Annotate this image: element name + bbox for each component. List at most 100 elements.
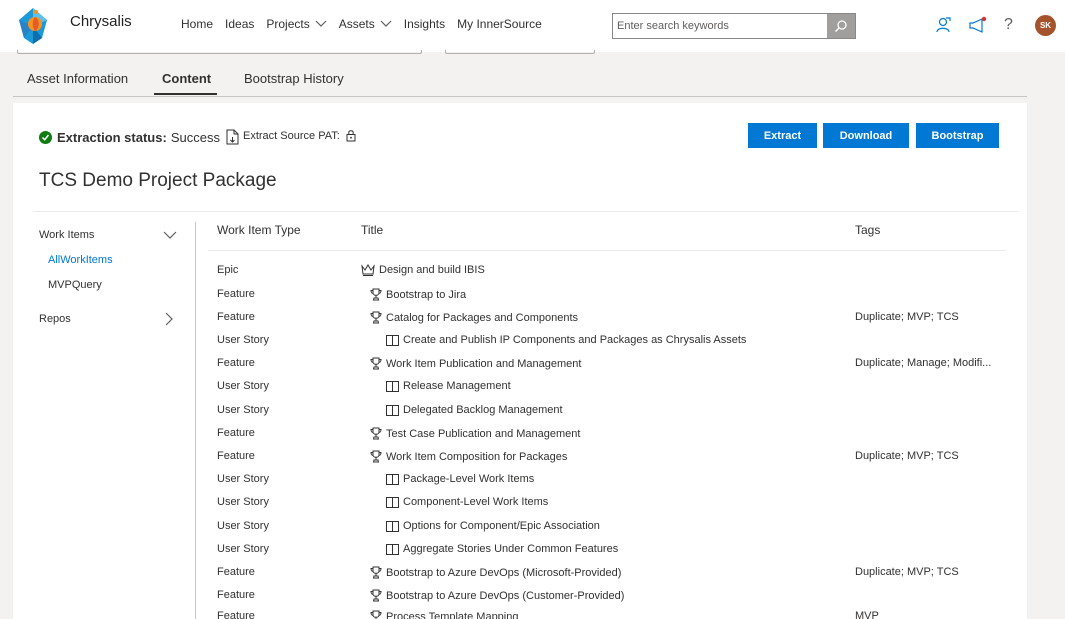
search-button[interactable]	[827, 14, 855, 38]
table-row[interactable]: User Story Package-Level Work Items	[217, 473, 1007, 495]
work-item-title[interactable]: Work Item Publication and Management	[370, 357, 581, 370]
work-item-title-text: Package-Level Work Items	[403, 473, 535, 485]
nav-insights[interactable]: Insights	[404, 17, 445, 31]
nav-home[interactable]: Home	[181, 17, 213, 31]
work-item-type: Feature	[217, 427, 255, 439]
work-item-title-text: Release Management	[403, 380, 511, 392]
work-item-title[interactable]: Delegated Backlog Management	[386, 404, 563, 416]
brand-name[interactable]: Chrysalis	[70, 13, 132, 30]
nav-projects[interactable]: Projects	[266, 17, 327, 31]
nav-projects-label: Projects	[266, 17, 310, 31]
bootstrap-button[interactable]: Bootstrap	[916, 123, 999, 148]
tab-bootstrap-history[interactable]: Bootstrap History	[244, 71, 344, 86]
table-row[interactable]: User Story Create and Publish IP Componen…	[217, 334, 1007, 356]
help-icon[interactable]: ?	[1004, 16, 1013, 34]
work-item-title[interactable]: Create and Publish IP Components and Pac…	[386, 334, 746, 346]
table-row[interactable]: Feature Process Template Mapping MVP	[217, 610, 1007, 619]
work-item-type: User Story	[217, 380, 269, 392]
work-item-title-text: Aggregate Stories Under Common Features	[403, 543, 619, 555]
work-item-title[interactable]: Test Case Publication and Management	[370, 427, 580, 440]
active-tab-indicator	[154, 93, 217, 95]
table-row[interactable]: Feature Bootstrap to Azure DevOps (Custom…	[217, 589, 1007, 611]
work-item-title[interactable]: Component-Level Work Items	[386, 496, 548, 508]
work-item-title[interactable]: Options for Component/Epic Association	[386, 520, 600, 532]
sidebar-item-allworkitems[interactable]: AllWorkItems	[48, 254, 113, 266]
book-icon	[386, 473, 399, 485]
extract-source-pat-label: Extract Source PAT:	[243, 129, 340, 142]
column-header-title[interactable]: Title	[361, 223, 383, 237]
table-row[interactable]: Feature Test Case Publication and Managem…	[217, 427, 1007, 449]
book-icon	[386, 496, 399, 508]
feedback-icon[interactable]	[934, 16, 952, 34]
tab-content[interactable]: Content	[162, 71, 211, 86]
work-item-title[interactable]: Catalog for Packages and Components	[370, 311, 578, 324]
download-button[interactable]: Download	[823, 123, 909, 148]
nav-assets[interactable]: Assets	[339, 17, 392, 31]
panel-divider	[195, 222, 196, 619]
table-row[interactable]: Feature Bootstrap to Jira	[217, 288, 1007, 310]
table-row[interactable]: User Story Component-Level Work Items	[217, 496, 1007, 518]
work-item-type: User Story	[217, 334, 269, 346]
table-row[interactable]: Feature Catalog for Packages and Componen…	[217, 311, 1007, 333]
work-item-tags: MVP	[855, 610, 879, 619]
table-row[interactable]: Feature Bootstrap to Azure DevOps (Micros…	[217, 566, 1007, 588]
trophy-icon	[370, 589, 382, 602]
work-item-title-text: Catalog for Packages and Components	[386, 311, 579, 324]
title-divider	[33, 211, 1019, 212]
work-item-tags: Duplicate; MVP; TCS	[855, 566, 959, 578]
work-item-title[interactable]: Bootstrap to Azure DevOps (Customer-Prov…	[370, 589, 624, 602]
work-item-type: Feature	[217, 566, 255, 578]
book-icon	[386, 404, 399, 416]
table-row[interactable]: User Story Aggregate Stories Under Common…	[217, 543, 1007, 565]
avatar[interactable]: SK	[1035, 15, 1056, 36]
work-item-title[interactable]: Design and build IBIS	[361, 264, 485, 276]
trophy-icon	[370, 288, 382, 301]
table-row[interactable]: Feature Work Item Publication and Managem…	[217, 357, 1007, 379]
extract-button[interactable]: Extract	[748, 123, 817, 148]
chevron-down-icon[interactable]	[163, 231, 177, 240]
table-row[interactable]: User Story Options for Component/Epic Ass…	[217, 520, 1007, 542]
trophy-icon	[370, 450, 382, 463]
work-item-title[interactable]: Bootstrap to Jira	[370, 288, 466, 301]
extraction-status-value: Success	[170, 129, 220, 145]
work-item-title[interactable]: Release Management	[386, 380, 511, 392]
column-header-tags[interactable]: Tags	[855, 223, 880, 237]
success-check-icon	[39, 130, 52, 144]
table-row[interactable]: Epic Design and build IBIS	[217, 264, 1007, 286]
book-icon	[386, 520, 399, 532]
work-item-type: User Story	[217, 520, 269, 532]
work-item-title-text: Create and Publish IP Components and Pac…	[403, 334, 747, 346]
chrysalis-logo-icon[interactable]	[14, 6, 52, 46]
work-item-title[interactable]: Bootstrap to Azure DevOps (Microsoft-Pro…	[370, 566, 621, 579]
work-item-type: Feature	[217, 288, 255, 300]
work-item-title[interactable]: Work Item Composition for Packages	[370, 450, 567, 463]
work-item-title[interactable]: Process Template Mapping	[370, 610, 518, 619]
sidebar-item-work-items[interactable]: Work Items	[39, 229, 94, 241]
lock-icon[interactable]	[346, 129, 356, 142]
trophy-icon	[370, 311, 382, 324]
work-item-title[interactable]: Aggregate Stories Under Common Features	[386, 543, 618, 555]
search-box	[612, 13, 856, 39]
work-item-title-text: Component-Level Work Items	[403, 496, 549, 508]
tab-asset-information[interactable]: Asset Information	[27, 71, 128, 86]
work-item-title-text: Delegated Backlog Management	[403, 404, 563, 416]
tab-bar: Asset Information Content Bootstrap Hist…	[13, 62, 1027, 97]
crown-icon	[361, 264, 375, 276]
download-file-icon[interactable]	[226, 129, 239, 145]
nav-my-innersource[interactable]: My InnerSource	[457, 17, 542, 31]
table-row[interactable]: User Story Delegated Backlog Management	[217, 404, 1007, 426]
search-input[interactable]	[613, 14, 829, 38]
sidebar-item-repos[interactable]: Repos	[39, 313, 71, 325]
table-row[interactable]: Feature Work Item Composition for Package…	[217, 450, 1007, 472]
sidebar-item-mvpquery[interactable]: MVPQuery	[48, 279, 102, 291]
work-item-type: User Story	[217, 404, 269, 416]
table-row[interactable]: User Story Release Management	[217, 380, 1007, 402]
work-item-type: Feature	[217, 357, 255, 369]
column-header-work-item-type[interactable]: Work Item Type	[217, 223, 301, 237]
work-item-title-text: Design and build IBIS	[379, 264, 485, 276]
chevron-right-icon[interactable]	[165, 312, 174, 326]
nav-ideas[interactable]: Ideas	[225, 17, 254, 31]
nav-assets-label: Assets	[338, 17, 375, 31]
work-item-title[interactable]: Package-Level Work Items	[386, 473, 534, 485]
announcement-icon[interactable]	[968, 16, 988, 34]
